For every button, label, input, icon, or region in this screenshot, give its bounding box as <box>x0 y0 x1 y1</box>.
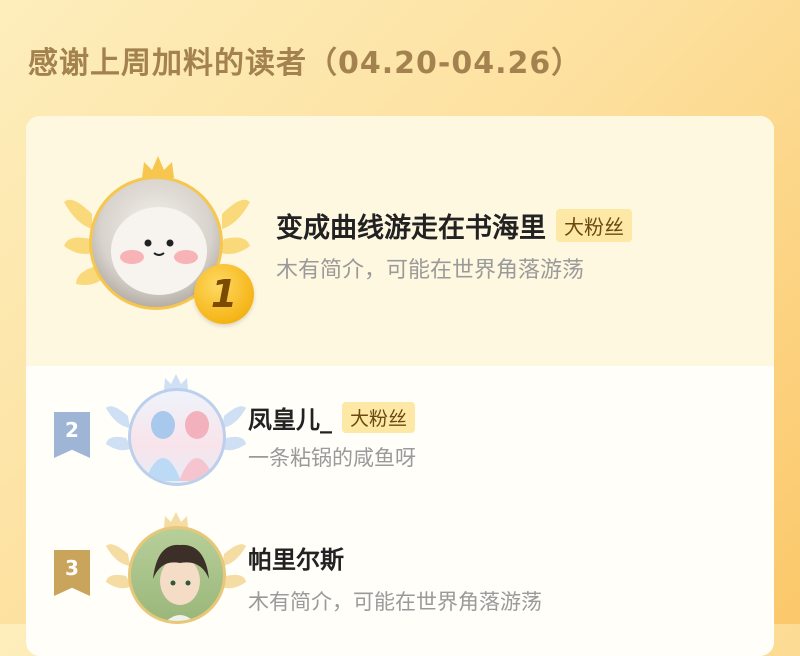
reader-bio: 一条粘锅的咸鱼呀 <box>248 446 416 470</box>
reader-name[interactable]: 帕里尔斯 <box>248 540 344 575</box>
reader-name[interactable]: 变成曲线游走在书海里 <box>276 206 546 245</box>
ranking-card: 1 变成曲线游走在书海里 大粉丝 木有简介，可能在世界角落游荡 2 凤皇儿_ 大… <box>26 116 774 656</box>
fan-badge: 大粉丝 <box>342 402 416 433</box>
reader-name-line-3: 帕里尔斯 <box>248 540 344 575</box>
rank-ribbon-3: 3 <box>54 550 90 596</box>
page-title: 感谢上周加料的读者（04.20-04.26） <box>28 46 583 81</box>
avatar-rank-3[interactable] <box>106 510 246 640</box>
reader-name-line-2: 凤皇儿_ 大粉丝 <box>248 400 416 435</box>
avatar-rank-1[interactable]: 1 <box>62 154 254 324</box>
reader-row-1[interactable]: 1 变成曲线游走在书海里 大粉丝 木有简介，可能在世界角落游荡 <box>26 116 774 366</box>
rank-ribbon-2: 2 <box>54 412 90 458</box>
reader-bio: 木有简介，可能在世界角落游荡 <box>248 590 542 614</box>
reader-name[interactable]: 凤皇儿_ <box>248 400 332 435</box>
reader-row-2[interactable]: 2 凤皇儿_ 大粉丝 一条粘锅的咸鱼呀 <box>26 366 774 506</box>
avatar-image-2 <box>128 388 226 486</box>
avatar-rank-2[interactable] <box>106 372 246 502</box>
reader-name-line-1: 变成曲线游走在书海里 大粉丝 <box>276 206 632 245</box>
reader-row-3[interactable]: 3 帕里尔斯 木有简介，可能在世界角落游荡 <box>26 506 774 656</box>
rank-badge-1: 1 <box>194 264 254 324</box>
fan-badge: 大粉丝 <box>556 209 632 242</box>
avatar-image-3 <box>128 526 226 624</box>
reader-bio: 木有简介，可能在世界角落游荡 <box>276 258 585 283</box>
